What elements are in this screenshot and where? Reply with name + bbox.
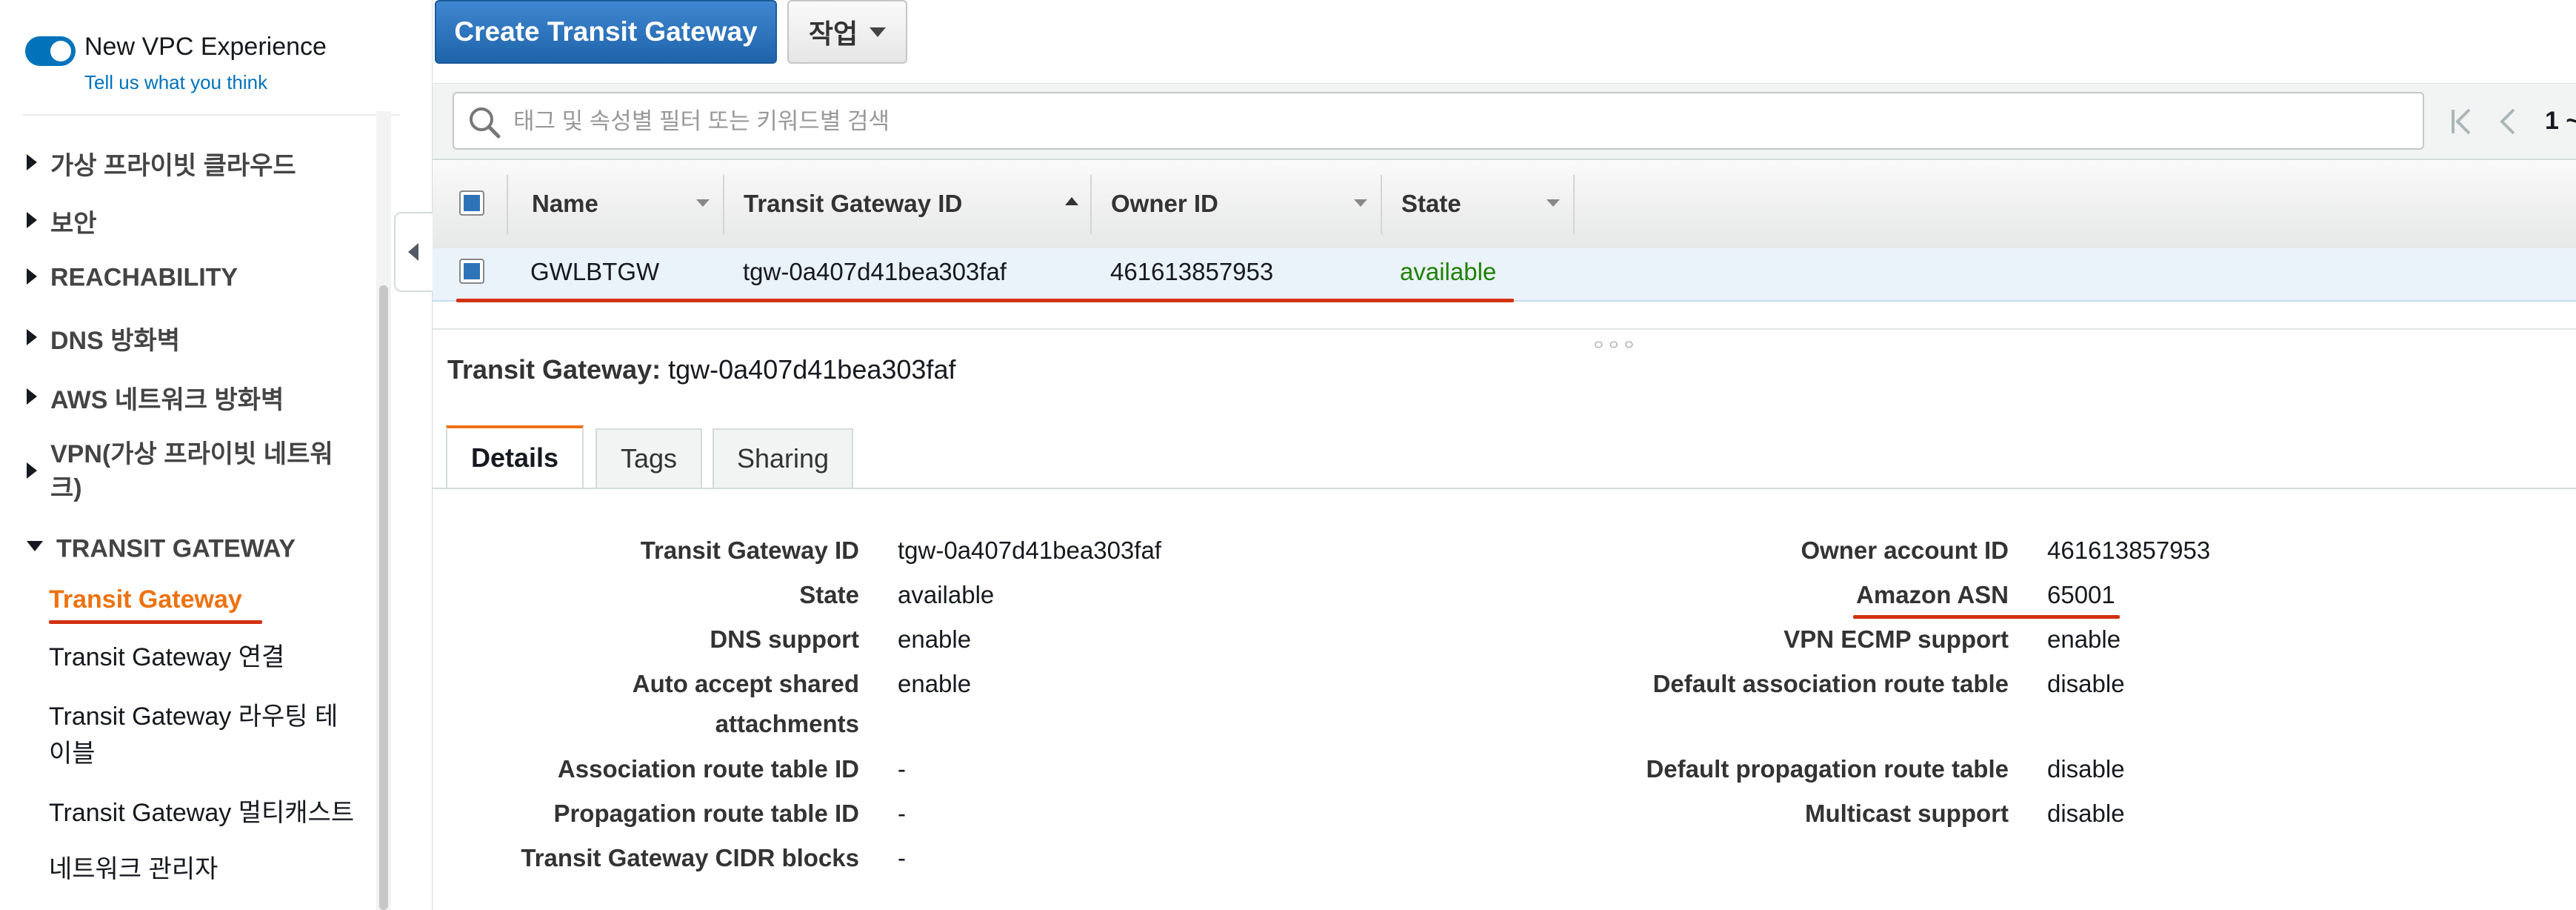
tab-tags[interactable]: Tags [595,428,702,488]
column-separator [1090,175,1092,234]
column-separator [723,175,724,234]
sort-ascending-icon[interactable] [1065,197,1078,205]
expand-triangle-icon [27,388,37,405]
detail-label-auto-accept: Auto accept shared attachments [632,670,859,737]
tab-details[interactable]: Details [446,425,584,488]
sort-caret-icon[interactable] [1546,199,1560,207]
sidebar-scrollbar-thumb[interactable] [379,285,388,910]
detail-value-multicast: disable [2047,800,2125,827]
detail-value-default-association-rt: disable [2047,670,2125,697]
detail-label-state: State [799,581,859,608]
column-header-owner-id[interactable]: Owner ID [1111,190,1218,218]
detail-label-vpn-ecmp: VPN ECMP support [1783,625,2009,653]
tabs-divider [433,488,2576,489]
nav-item-tgw-attachments[interactable]: Transit Gateway 연결 [49,639,284,676]
detail-value-dns-support: enable [898,625,972,653]
column-separator [1381,175,1382,234]
column-separator [507,175,508,234]
feedback-link[interactable]: Tell us what you think [84,71,267,94]
sidebar: New VPC Experience Tell us what you thin… [0,0,433,910]
row-checkbox[interactable] [459,259,484,284]
detail-title-label: Transit Gateway: [447,354,661,385]
nav-section-vpn[interactable]: VPN(가상 프라이빗 네트워 크) [27,437,333,505]
detail-label-cidr-blocks: Transit Gateway CIDR blocks [521,844,859,871]
actions-label: 작업 [808,19,858,49]
search-box[interactable] [453,92,2424,150]
first-page-icon[interactable] [2449,105,2475,138]
detail-value-owner-account: 461613857953 [2047,537,2211,564]
page-number: 1 ~ [2545,107,2576,135]
select-all-checkbox[interactable] [459,190,484,216]
detail-value-tgw-id: tgw-0a407d41bea303faf [898,537,1161,564]
expand-triangle-icon [27,328,37,345]
detail-value-vpn-ecmp: enable [2047,625,2121,653]
caret-down-icon [870,27,887,37]
detail-title-value: tgw-0a407d41bea303faf [668,354,956,385]
splitter-grip-icon[interactable]: ㅇㅇㅇ [1592,335,1638,354]
search-input[interactable] [512,99,2411,144]
detail-value-association-rt: - [898,755,906,783]
nav-section-reachability[interactable]: REACHABILITY [27,262,238,293]
nav-section-security[interactable]: 보안 [27,203,97,239]
search-icon [470,107,501,139]
nav-section-network-firewall[interactable]: AWS 네트워크 방화벽 [27,379,284,416]
detail-label-owner-account: Owner account ID [1801,537,2009,564]
detail-label-propagation-rt: Propagation route table ID [553,800,859,827]
detail-label-association-rt: Association route table ID [557,755,859,783]
new-vpc-experience-label: New VPC Experience [84,33,327,61]
sidebar-divider [22,114,400,116]
column-separator [1573,175,1575,234]
annotation-underline [456,299,1514,302]
column-header-transit-gateway-id[interactable]: Transit Gateway ID [744,190,962,218]
nav-item-network-manager[interactable]: 네트워크 관리자 [49,851,218,888]
nav-item-transit-gateway[interactable]: Transit Gateway [49,581,242,618]
toggle-knob [50,41,71,62]
nav-section-dns-firewall[interactable]: DNS 방화벽 [27,320,180,356]
pane-splitter[interactable] [433,328,2576,330]
collapse-sidebar-button[interactable] [394,212,434,292]
detail-label-amazon-asn: Amazon ASN [1856,581,2009,608]
detail-value-propagation-rt: - [898,800,906,827]
nav-item-tgw-route-tables[interactable]: Transit Gateway 라우팅 테 이블 [49,698,338,772]
row-owner-id: 461613857953 [1110,258,1274,285]
detail-label-tgw-id: Transit Gateway ID [640,537,859,564]
detail-value-auto-accept: enable [898,670,972,697]
expand-triangle-icon [27,462,37,479]
column-header-name[interactable]: Name [532,190,598,218]
detail-label-multicast: Multicast support [1804,800,2009,827]
sort-caret-icon[interactable] [696,199,710,207]
detail-value-amazon-asn: 65001 [2047,581,2115,608]
new-vpc-experience-toggle[interactable] [25,36,76,66]
nav-item-tgw-multicast[interactable]: Transit Gateway 멀티캐스트 [49,794,354,831]
annotation-underline [1853,615,2120,619]
collapse-triangle-icon [27,541,43,552]
detail-value-default-propagation-rt: disable [2047,755,2125,783]
tab-sharing[interactable]: Sharing [713,428,853,488]
row-transit-gateway-id: tgw-0a407d41bea303faf [743,258,1007,285]
previous-page-icon[interactable] [2497,105,2520,138]
row-name: GWLBTGW [530,258,660,285]
expand-triangle-icon [27,211,37,228]
nav-section-vpc[interactable]: 가상 프라이빗 클라우드 [27,145,296,182]
detail-title: Transit Gateway: tgw-0a407d41bea303faf [447,354,955,385]
column-header-state[interactable]: State [1401,190,1461,218]
create-transit-gateway-button[interactable]: Create Transit Gateway [435,0,777,64]
nav-section-transit-gateway[interactable]: TRANSIT GATEWAY [27,534,296,564]
annotation-underline [49,620,262,624]
detail-value-state: available [898,581,995,608]
expand-triangle-icon [27,153,37,170]
sort-caret-icon[interactable] [1354,199,1367,207]
chevron-left-icon [408,243,418,261]
row-state: available [1400,258,1497,285]
expand-triangle-icon [27,268,37,285]
actions-dropdown-button[interactable]: 작업 [787,0,907,64]
detail-label-default-association-rt: Default association route table [1652,670,2009,697]
detail-label-dns-support: DNS support [710,625,859,653]
detail-label-default-propagation-rt: Default propagation route table [1646,755,2009,783]
detail-value-cidr-blocks: - [898,844,906,871]
